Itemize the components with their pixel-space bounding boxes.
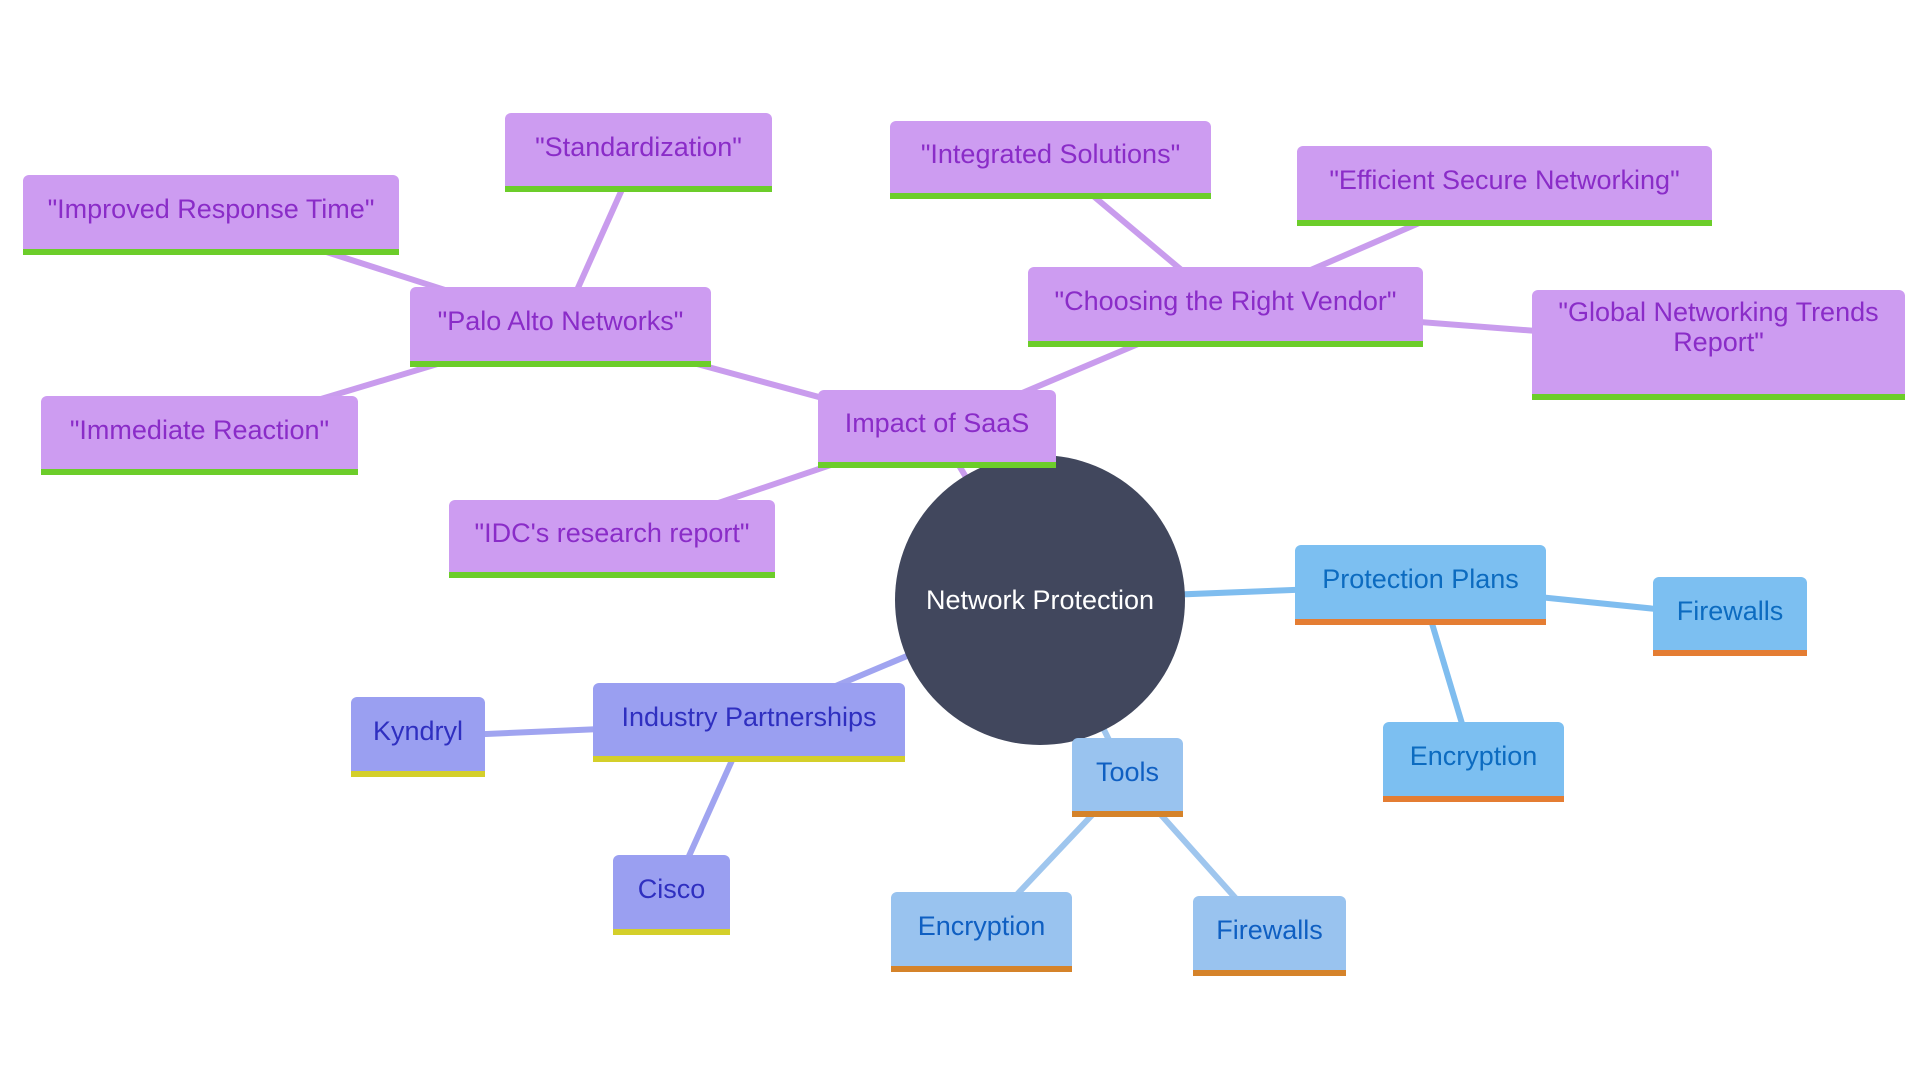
node-protection-plans[interactable]: Protection Plans	[1295, 545, 1546, 625]
node-label: Encryption	[1409, 741, 1538, 771]
node-improved-response-time[interactable]: "Improved Response Time"	[23, 175, 399, 255]
node-label: "Improved Response Time"	[47, 194, 375, 224]
node-label: Firewalls	[1216, 915, 1323, 945]
node-tools[interactable]: Tools	[1072, 738, 1183, 817]
node-protection-plans-firewalls[interactable]: Firewalls	[1653, 577, 1807, 656]
node-label: Industry Partnerships	[621, 701, 877, 732]
node-choosing-the-right-vendor[interactable]: "Choosing the Right Vendor"	[1028, 267, 1423, 347]
node-impact-of-saas[interactable]: Impact of SaaS	[818, 390, 1056, 468]
node-immediate-reaction[interactable]: "Immediate Reaction"	[41, 396, 358, 475]
root-node-label: Network Protection	[925, 584, 1155, 615]
node-tools-firewalls[interactable]: Firewalls	[1193, 896, 1346, 976]
node-label: Impact of SaaS	[844, 408, 1030, 438]
node-label: "Integrated Solutions"	[920, 139, 1181, 169]
node-label: "IDC's research report"	[474, 518, 750, 548]
node-label: "Choosing the Right Vendor"	[1054, 286, 1397, 316]
node-global-networking-trends-report[interactable]: "Global Networking Trends Report"	[1532, 290, 1905, 400]
node-label: Kyndryl	[372, 716, 464, 746]
node-palo-alto-networks[interactable]: "Palo Alto Networks"	[410, 287, 711, 367]
node-integrated-solutions[interactable]: "Integrated Solutions"	[890, 121, 1211, 199]
node-label: "Efficient Secure Networking"	[1329, 165, 1680, 195]
root-node-network-protection[interactable]: Network Protection	[895, 455, 1185, 745]
node-protection-plans-encryption[interactable]: Encryption	[1383, 722, 1564, 802]
node-label: Encryption	[917, 911, 1046, 941]
node-standardization[interactable]: "Standardization"	[505, 113, 772, 192]
node-label: "Standardization"	[535, 131, 742, 162]
node-label: Tools	[1095, 756, 1160, 787]
node-label: "Global Networking Trends Report"	[1558, 297, 1879, 357]
node-idc-research-report[interactable]: "IDC's research report"	[449, 500, 775, 578]
node-label: Firewalls	[1676, 595, 1784, 626]
node-label: Cisco	[637, 874, 706, 904]
node-label: "Palo Alto Networks"	[437, 306, 684, 336]
node-cisco[interactable]: Cisco	[613, 855, 730, 935]
node-efficient-secure-networking[interactable]: "Efficient Secure Networking"	[1297, 146, 1712, 226]
node-kyndryl[interactable]: Kyndryl	[351, 697, 485, 777]
node-label: "Immediate Reaction"	[69, 414, 330, 445]
node-label: Protection Plans	[1322, 564, 1519, 594]
node-tools-encryption[interactable]: Encryption	[891, 892, 1072, 972]
node-industry-partnerships[interactable]: Industry Partnerships	[593, 683, 905, 762]
